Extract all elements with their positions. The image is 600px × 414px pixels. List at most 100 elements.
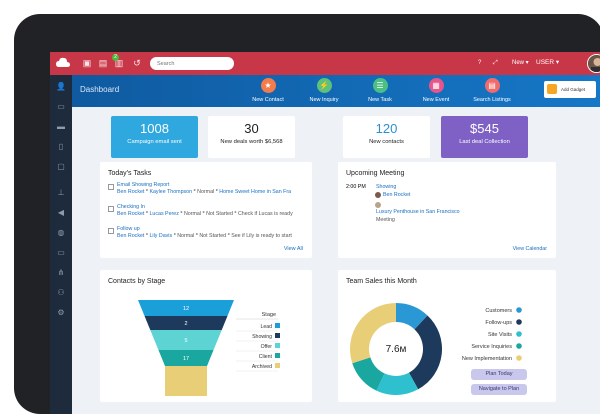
legend-swatch xyxy=(275,323,280,328)
task-contact[interactable]: Lucas Perez xyxy=(149,211,178,217)
list-icon[interactable]: ▤ xyxy=(98,58,108,68)
legend-label: Follow-ups xyxy=(485,320,512,326)
new-contact-label: New Contact xyxy=(238,97,298,103)
task-priority: Normal xyxy=(184,211,201,217)
avatar[interactable] xyxy=(587,54,600,73)
document-icon[interactable]: ▭ xyxy=(55,101,67,113)
app-screen: ▣ ▤ ▥ 2 ↺ ? ⤢ New ▾ USER ▾ 👤 ▭ ▬ ▯ ▢ ⊥ ◀… xyxy=(50,52,600,414)
task-status: Not Started xyxy=(206,211,233,217)
share-icon[interactable]: ⋔ xyxy=(55,267,67,279)
task-checkbox[interactable] xyxy=(108,184,114,190)
legend-label: Service Inquiries xyxy=(471,344,512,350)
search-input[interactable] xyxy=(150,57,234,70)
dashboard-header: Dashboard ★ New Contact ⚡ New Inquiry ☰ … xyxy=(72,75,600,107)
new-contact-button[interactable]: ★ New Contact xyxy=(238,78,298,103)
funnel-value-label: 5 xyxy=(184,338,187,344)
new-inquiry-button[interactable]: ⚡ New Inquiry xyxy=(294,78,354,103)
user-menu[interactable]: USER ▾ xyxy=(536,58,559,68)
new-event-button[interactable]: ▦ New Event xyxy=(406,78,466,103)
task-person[interactable]: Ben Rocket xyxy=(117,211,144,217)
legend-label: Customers xyxy=(485,308,512,314)
new-menu[interactable]: New ▾ xyxy=(512,58,529,68)
calendar-icon: ▦ xyxy=(429,78,444,93)
task-contact[interactable]: Lily Davis xyxy=(149,233,172,239)
task-title[interactable]: Email Showing Report xyxy=(117,182,308,189)
help-icon[interactable]: ? xyxy=(478,58,481,68)
team-icon[interactable]: ⚇ xyxy=(55,287,67,299)
building-icon: ▤ xyxy=(485,78,500,93)
task-person[interactable]: Ben Rocket xyxy=(117,233,144,239)
top-bar: ▣ ▤ ▥ 2 ↺ ? ⤢ New ▾ USER ▾ xyxy=(50,52,600,75)
cloud-logo-icon xyxy=(56,57,70,69)
legend-title: Stage xyxy=(262,312,276,318)
user-icon[interactable]: 👤 xyxy=(55,81,67,93)
task-item[interactable]: Checking In Ben Rocket ° Lucas Perez ° N… xyxy=(108,204,308,218)
task-checkbox[interactable] xyxy=(108,206,114,212)
task-meta: Ben Rocket ° Kaylee Thompson ° Normal ° … xyxy=(117,189,308,196)
task-detail[interactable]: Home Sweet Home in San Fra xyxy=(219,189,291,195)
legend-swatch xyxy=(516,319,522,325)
org-chart-icon[interactable]: ⊥ xyxy=(55,187,67,199)
plan-today-button[interactable]: Plan Today xyxy=(471,369,527,380)
search-listings-button[interactable]: ▤ Search Listings xyxy=(462,78,522,103)
task-person[interactable]: Ben Rocket xyxy=(117,189,144,195)
funnel-segment-archived[interactable] xyxy=(165,366,207,396)
globe-icon[interactable]: ◍ xyxy=(55,227,67,239)
new-label: New xyxy=(512,60,524,66)
kpi-new-contacts[interactable]: 120 New contacts xyxy=(343,116,430,158)
legend-label: Site Visits xyxy=(488,332,512,338)
task-priority: Normal xyxy=(197,189,214,195)
meeting-type[interactable]: Showing xyxy=(376,184,396,190)
settings-icon[interactable]: ⚙ xyxy=(55,307,67,319)
add-gadget-button[interactable]: Add Gadget xyxy=(544,81,596,98)
task-checkbox[interactable] xyxy=(108,228,114,234)
grid-icon[interactable]: ▣ xyxy=(82,58,92,68)
task-title[interactable]: Checking In xyxy=(117,204,308,211)
contacts-by-stage-panel: Contacts by Stage 122517StageLeadShowing… xyxy=(100,270,312,402)
new-inquiry-label: New Inquiry xyxy=(294,97,354,103)
meeting-time: 2:00 PM xyxy=(346,184,366,190)
team-sales-panel: Team Sales this Month 7.6мCustomersFollo… xyxy=(338,270,556,402)
panel-title: Upcoming Meeting xyxy=(346,170,404,177)
navigate-to-plan-button[interactable]: Navigate to Plan xyxy=(471,384,527,395)
listing-icon xyxy=(375,202,381,208)
task-item[interactable]: Follow up Ben Rocket ° Lily Davis ° Norm… xyxy=(108,226,308,240)
folder-icon[interactable]: ▬ xyxy=(55,121,67,133)
kpi-label: Last deal Collection xyxy=(441,139,528,145)
task-detail: See if Lily is ready to start xyxy=(231,233,292,239)
file-icon[interactable]: ▢ xyxy=(55,161,67,173)
task-meta: Ben Rocket ° Lucas Perez ° Normal ° Not … xyxy=(117,211,308,218)
notification-badge: 2 xyxy=(112,54,119,61)
sidebar: 👤 ▭ ▬ ▯ ▢ ⊥ ◀ ◍ ▭ ⋔ ⚇ ⚙ xyxy=(50,75,72,414)
bolt-icon: ⚡ xyxy=(317,78,332,93)
legend-swatch xyxy=(516,343,522,349)
task-title[interactable]: Follow up xyxy=(117,226,308,233)
legend-label: Offer xyxy=(261,344,273,350)
task-contact[interactable]: Kaylee Thompson xyxy=(149,189,192,195)
meeting-place[interactable]: Luxury Penthouse in San Francisco xyxy=(376,209,460,215)
task-item[interactable]: Email Showing Report Ben Rocket ° Kaylee… xyxy=(108,182,308,196)
kpi-campaign-email[interactable]: 1008 Campaign email sent xyxy=(111,116,198,158)
megaphone-icon[interactable]: ◀ xyxy=(55,207,67,219)
history-icon[interactable]: ↺ xyxy=(132,58,142,68)
legend-label: New Implementation xyxy=(462,356,512,362)
legend-swatch xyxy=(516,331,522,337)
monitor-icon[interactable]: ▭ xyxy=(55,247,67,259)
task-meta: Ben Rocket ° Lily Davis ° Normal ° Not S… xyxy=(117,233,308,240)
kpi-last-deal[interactable]: $545 Last deal Collection xyxy=(441,116,528,158)
view-calendar-link[interactable]: View Calendar xyxy=(513,246,547,252)
kpi-new-deals[interactable]: 30 New deals worth $6,568 xyxy=(208,116,295,158)
new-event-label: New Event xyxy=(406,97,466,103)
donut-chart: 7.6м Customers Follow-ups Site Visits Servic… xyxy=(338,270,556,402)
donut-center-label: 7.6м xyxy=(386,344,407,355)
meeting-person[interactable]: Ben Rocket xyxy=(383,192,410,198)
new-task-button[interactable]: ☰ New Task xyxy=(350,78,410,103)
card-icon[interactable]: ▯ xyxy=(55,141,67,153)
star-icon: ★ xyxy=(261,78,276,93)
legend-swatch xyxy=(275,353,280,358)
view-all-link[interactable]: View All xyxy=(284,246,303,252)
expand-icon[interactable]: ⤢ xyxy=(493,58,498,68)
legend-label: Archived xyxy=(252,364,272,370)
legend-swatch xyxy=(516,355,522,361)
legend-swatch xyxy=(275,333,280,338)
